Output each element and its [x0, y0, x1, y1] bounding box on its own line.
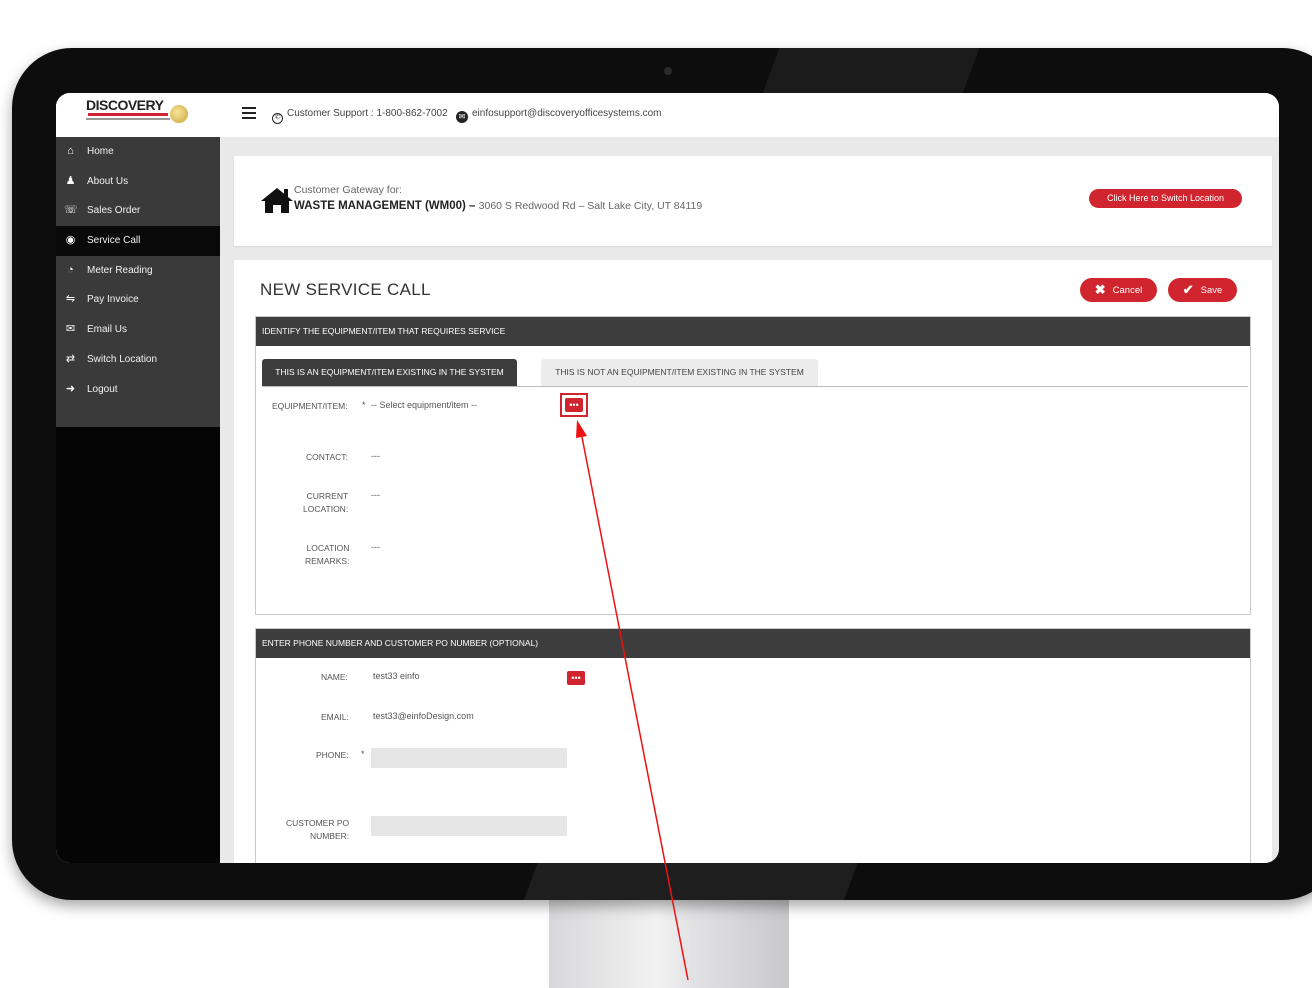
- equipment-label: EQUIPMENT/ITEM:: [272, 401, 348, 411]
- home-icon: ⌂: [67, 145, 74, 157]
- sidebar-item-switch-location[interactable]: ⇄ Switch Location: [56, 345, 220, 375]
- screen: DISCOVERY ✆ Customer Support : 1-800-862-…: [56, 93, 1279, 863]
- email-label: EMAIL:: [321, 712, 349, 722]
- equipment-tabs: THIS IS AN EQUIPMENT/ITEM EXISTING IN TH…: [262, 359, 1248, 387]
- customer-gateway-card: Customer Gateway for: WASTE MANAGEMENT (…: [234, 156, 1272, 246]
- support-email-text: einfosupport@discoveryofficesystems.com: [472, 108, 662, 119]
- page-title: NEW SERVICE CALL: [260, 280, 431, 299]
- tab-existing-equipment[interactable]: THIS IS AN EQUIPMENT/ITEM EXISTING IN TH…: [262, 359, 517, 386]
- contact-label: CONTACT:: [306, 452, 348, 462]
- location-remarks-label: LOCATION REMARKS:: [305, 543, 350, 566]
- sidebar-item-pay-invoice[interactable]: ⇋ Pay Invoice: [56, 285, 220, 315]
- meter-icon: ◔: [67, 263, 74, 276]
- sidebar-item-home[interactable]: ⌂ Home: [56, 137, 220, 167]
- camera-dot: [664, 67, 672, 75]
- equipment-select[interactable]: -- Select equipment/item --: [371, 400, 477, 410]
- logo-text: DISCOVERY: [86, 97, 164, 113]
- top-bar: DISCOVERY ✆ Customer Support : 1-800-862-…: [56, 93, 1279, 137]
- phone-icon: ✆: [272, 113, 283, 124]
- contact-value: ---: [371, 451, 380, 461]
- check-icon: ✔: [1182, 282, 1194, 297]
- user-icon: ♟: [65, 174, 76, 187]
- switch-location-button[interactable]: Click Here to Switch Location: [1089, 189, 1242, 208]
- phone-po-section: ENTER PHONE NUMBER AND CUSTOMER PO NUMBE…: [255, 628, 1251, 863]
- name-value: test33 einfo: [373, 671, 420, 681]
- sidebar: ⌂ Home ♟ About Us ☏ Sales Order ◉ Service Ca…: [56, 137, 220, 863]
- support-text: Customer Support : 1-800-862-7002: [287, 108, 448, 119]
- close-icon: ✖: [1094, 282, 1106, 297]
- switch-location-icon: ⇄: [65, 352, 76, 365]
- support-email[interactable]: ✉ einfosupport@discoveryofficesystems.com: [456, 108, 662, 123]
- sales-order-icon: ☏: [64, 204, 78, 217]
- name-label: NAME:: [321, 672, 348, 682]
- customer-name: WASTE MANAGEMENT (WM00) –: [294, 200, 476, 212]
- sidebar-menu: ⌂ Home ♟ About Us ☏ Sales Order ◉ Service Ca…: [56, 137, 220, 427]
- phone-input[interactable]: [371, 748, 567, 768]
- required-mark: *: [362, 400, 366, 410]
- email-value: test33@einfoDesign.com: [373, 711, 474, 721]
- house-icon: [261, 188, 293, 213]
- logo-badge-icon: [170, 105, 188, 123]
- equipment-section-heading: IDENTIFY THE EQUIPMENT/ITEM THAT REQUIRE…: [256, 317, 1250, 346]
- customer-po-input[interactable]: [371, 816, 567, 836]
- sidebar-item-about-us[interactable]: ♟ About Us: [56, 167, 220, 197]
- logo[interactable]: DISCOVERY: [56, 93, 220, 137]
- hamburger-menu-icon[interactable]: [242, 107, 256, 119]
- gateway-customer: WASTE MANAGEMENT (WM00) – 3060 S Redwood…: [294, 200, 702, 212]
- current-location-label: CURRENT LOCATION:: [303, 491, 349, 514]
- gateway-label: Customer Gateway for:: [294, 184, 402, 196]
- customer-support: ✆ Customer Support : 1-800-862-7002: [272, 108, 448, 124]
- customer-address: 3060 S Redwood Rd – Salt Lake City, UT 8…: [478, 200, 703, 212]
- tab-not-existing-equipment[interactable]: THIS IS NOT AN EQUIPMENT/ITEM EXISTING I…: [541, 359, 818, 386]
- sidebar-item-sales-order[interactable]: ☏ Sales Order: [56, 196, 220, 226]
- phone-po-section-heading: ENTER PHONE NUMBER AND CUSTOMER PO NUMBE…: [256, 629, 1250, 658]
- sidebar-item-service-call[interactable]: ◉ Service Call: [56, 226, 220, 256]
- sidebar-item-logout[interactable]: ➜ Logout: [56, 375, 220, 405]
- handshake-icon: ⇋: [65, 293, 76, 306]
- required-mark: *: [361, 749, 365, 759]
- cancel-button[interactable]: ✖ Cancel: [1080, 278, 1157, 302]
- contact-lookup-button[interactable]: •••: [567, 671, 585, 685]
- sidebar-item-meter-reading[interactable]: ◔ Meter Reading: [56, 256, 220, 286]
- customer-po-label: CUSTOMER PO NUMBER:: [286, 818, 350, 841]
- current-location-value: ---: [371, 490, 380, 500]
- mail-icon: ✉: [456, 111, 468, 123]
- equipment-section: IDENTIFY THE EQUIPMENT/ITEM THAT REQUIRE…: [255, 316, 1251, 615]
- save-button[interactable]: ✔ Save: [1168, 278, 1237, 302]
- envelope-icon: ✉: [65, 323, 76, 336]
- equipment-lookup-button[interactable]: •••: [565, 398, 583, 412]
- monitor-stand: [549, 898, 789, 988]
- service-call-icon: ◉: [65, 234, 76, 247]
- logout-icon: ➜: [65, 382, 76, 395]
- sidebar-item-email-us[interactable]: ✉ Email Us: [56, 315, 220, 345]
- location-remarks-value: ---: [371, 542, 380, 552]
- service-call-form: NEW SERVICE CALL ✖ Cancel ✔ Save IDENTIFY …: [234, 260, 1272, 863]
- phone-label: PHONE:: [316, 750, 349, 760]
